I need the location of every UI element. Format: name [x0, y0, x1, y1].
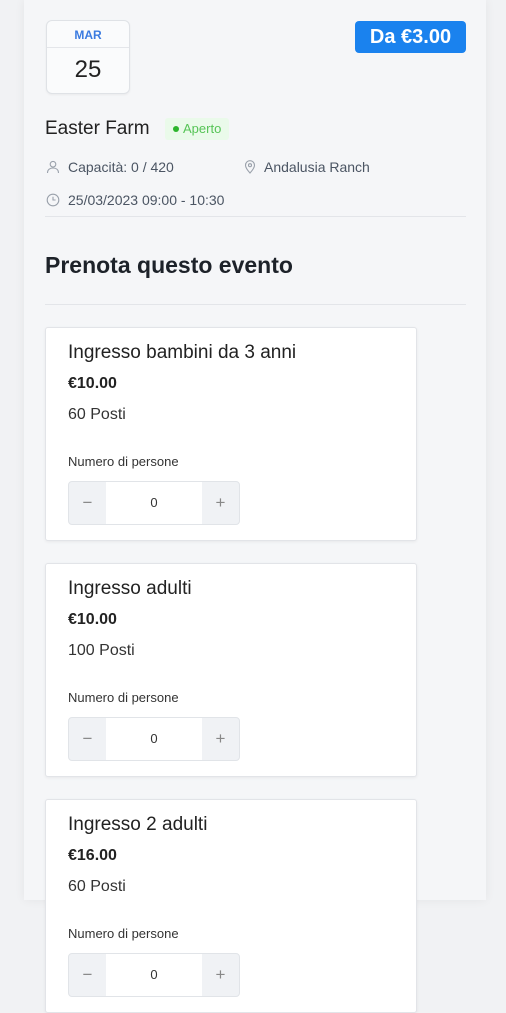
event-title: Easter Farm — [45, 118, 150, 139]
status-label: Aperto — [183, 121, 222, 136]
quantity-stepper: − 0 + — [68, 481, 240, 525]
ticket-price: €16.00 — [68, 847, 117, 864]
quantity-input[interactable]: 0 — [106, 718, 202, 760]
ticket-seats: 100 Posti — [68, 642, 135, 659]
capacity-info: Capacità: 0 / 420 — [46, 158, 174, 176]
datetime-info: 25/03/2023 09:00 - 10:30 — [46, 191, 224, 209]
map-pin-icon — [244, 160, 256, 174]
status-dot-icon — [173, 126, 179, 132]
quantity-input[interactable]: 0 — [106, 482, 202, 524]
increment-button[interactable]: + — [202, 718, 239, 760]
user-icon — [46, 160, 60, 174]
ticket-card: Ingresso bambini da 3 anni €10.00 60 Pos… — [45, 327, 417, 541]
divider — [45, 304, 466, 305]
quantity-label: Numero di persone — [68, 926, 179, 941]
quantity-label: Numero di persone — [68, 454, 179, 469]
decrement-button[interactable]: − — [69, 718, 106, 760]
increment-button[interactable]: + — [202, 482, 239, 524]
quantity-stepper: − 0 + — [68, 953, 240, 997]
ticket-price: €10.00 — [68, 611, 117, 628]
location-text: Andalusia Ranch — [264, 159, 370, 175]
ticket-card: Ingresso 2 adulti €16.00 60 Posti Numero… — [45, 799, 417, 1013]
ticket-name: Ingresso bambini da 3 anni — [68, 342, 297, 363]
section-title: Prenota questo evento — [45, 252, 293, 278]
clock-icon — [46, 193, 60, 207]
datetime-text: 25/03/2023 09:00 - 10:30 — [68, 192, 225, 208]
increment-button[interactable]: + — [202, 954, 239, 996]
ticket-card: Ingresso adulti €10.00 100 Posti Numero … — [45, 563, 417, 777]
event-card: MAR 25 Da €3.00 Easter Farm Aperto Capac… — [24, 0, 486, 1013]
capacity-text: Capacità: 0 / 420 — [68, 159, 174, 175]
date-box: MAR 25 — [46, 20, 130, 94]
quantity-input[interactable]: 0 — [106, 954, 202, 996]
decrement-button[interactable]: − — [69, 482, 106, 524]
ticket-name: Ingresso 2 adulti — [68, 814, 208, 835]
decrement-button[interactable]: − — [69, 954, 106, 996]
date-day: 25 — [74, 56, 102, 83]
ticket-seats: 60 Posti — [68, 406, 126, 423]
quantity-stepper: − 0 + — [68, 717, 240, 761]
status-badge: Aperto — [165, 118, 230, 140]
divider — [45, 216, 466, 217]
date-month: MAR — [47, 21, 129, 48]
ticket-seats: 60 Posti — [68, 878, 126, 895]
ticket-price: €10.00 — [68, 375, 117, 392]
quantity-label: Numero di persone — [68, 690, 179, 705]
location-info: Andalusia Ranch — [244, 158, 370, 176]
price-badge: Da €3.00 — [355, 21, 466, 53]
ticket-name: Ingresso adulti — [68, 578, 192, 599]
